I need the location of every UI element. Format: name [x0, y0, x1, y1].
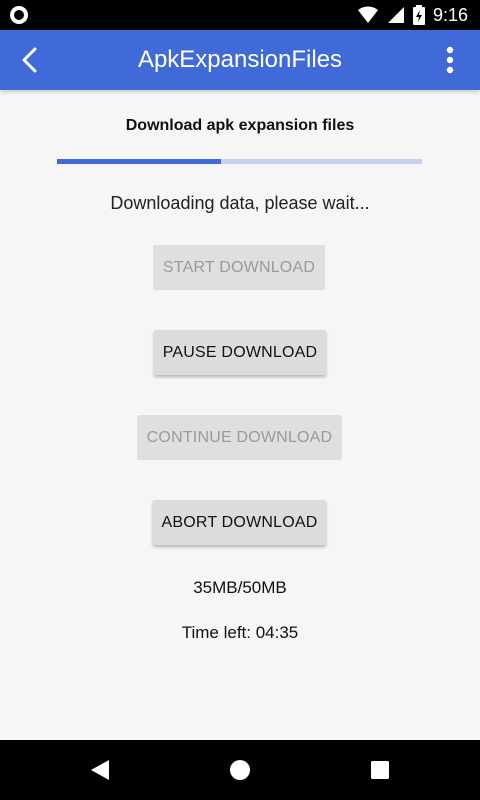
continue-download-button[interactable]: CONTINUE DOWNLOAD — [137, 415, 342, 460]
download-status-text: Downloading data, please wait... — [110, 193, 370, 213]
recents-icon — [371, 761, 389, 779]
status-right-icons: 9:16 — [357, 5, 468, 25]
navigation-bar — [0, 740, 480, 800]
main-content: Download apk expansion files Downloading… — [0, 90, 480, 740]
home-icon — [230, 760, 250, 780]
wifi-icon — [357, 6, 378, 24]
status-time: 9:16 — [432, 5, 468, 25]
download-size-text: 35MB/50MB — [193, 578, 287, 597]
back-icon — [22, 47, 37, 73]
record-icon — [10, 6, 28, 24]
app-bar: ApkExpansionFiles — [0, 30, 480, 90]
battery-icon — [412, 5, 425, 25]
abort-download-button[interactable]: ABORT DOWNLOAD — [153, 500, 326, 545]
recents-button[interactable] — [368, 758, 392, 782]
download-progress-bar — [57, 159, 422, 164]
download-progress-fill — [57, 159, 222, 164]
more-vert-icon — [446, 46, 454, 74]
more-options-button[interactable] — [432, 42, 468, 78]
back-button[interactable] — [12, 42, 48, 78]
nav-back-button[interactable] — [88, 758, 112, 782]
status-bar: 9:16 — [0, 0, 480, 30]
home-button[interactable] — [228, 758, 252, 782]
app-title: ApkExpansionFiles — [137, 46, 343, 73]
pause-download-button[interactable]: PAUSE DOWNLOAD — [154, 330, 326, 375]
start-download-button[interactable]: START DOWNLOAD — [153, 245, 325, 290]
nav-back-icon — [91, 760, 109, 780]
cellular-icon — [387, 7, 404, 23]
time-left-text: Time left: 04:35 — [181, 623, 299, 642]
page-heading: Download apk expansion files — [125, 117, 355, 134]
